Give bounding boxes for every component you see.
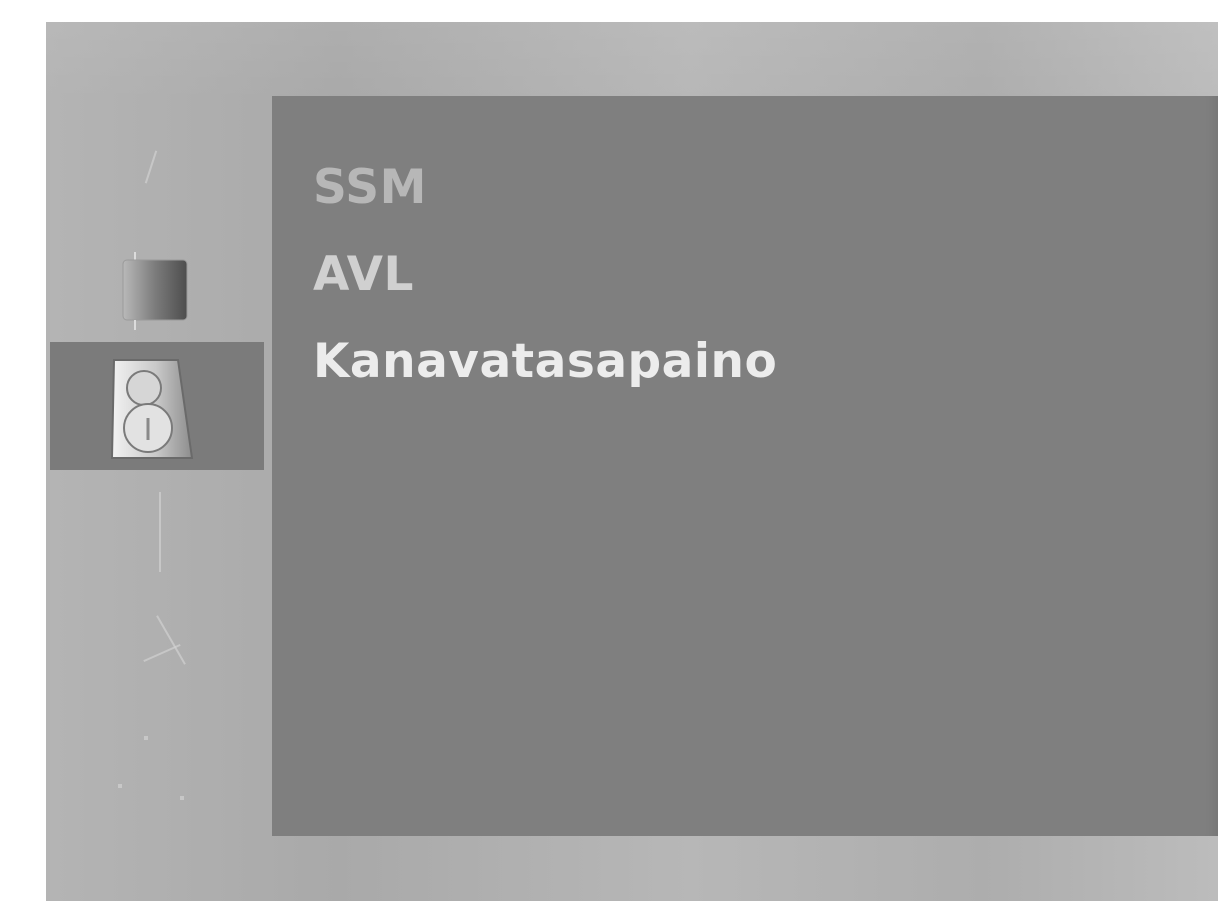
osd-sidebar bbox=[46, 22, 272, 901]
faint-dot bbox=[144, 736, 148, 740]
menu-item-channel-balance[interactable]: Kanavatasapaino bbox=[313, 318, 777, 405]
tv-osd-screen: SSM AVL Kanavatasapaino bbox=[46, 22, 1218, 901]
faint-line bbox=[159, 492, 161, 572]
sound-speaker-icon[interactable] bbox=[110, 358, 198, 464]
faint-dot bbox=[118, 784, 122, 788]
sound-menu-panel: SSM AVL Kanavatasapaino bbox=[272, 96, 1218, 836]
sound-menu-list: SSM AVL Kanavatasapaino bbox=[313, 144, 777, 405]
menu-item-ssm[interactable]: SSM bbox=[313, 144, 777, 231]
picture-icon[interactable] bbox=[121, 252, 189, 332]
faint-dot bbox=[180, 796, 184, 800]
faint-line bbox=[156, 615, 186, 665]
faint-line bbox=[143, 643, 181, 663]
faint-line bbox=[144, 150, 158, 184]
menu-item-avl[interactable]: AVL bbox=[313, 231, 777, 318]
